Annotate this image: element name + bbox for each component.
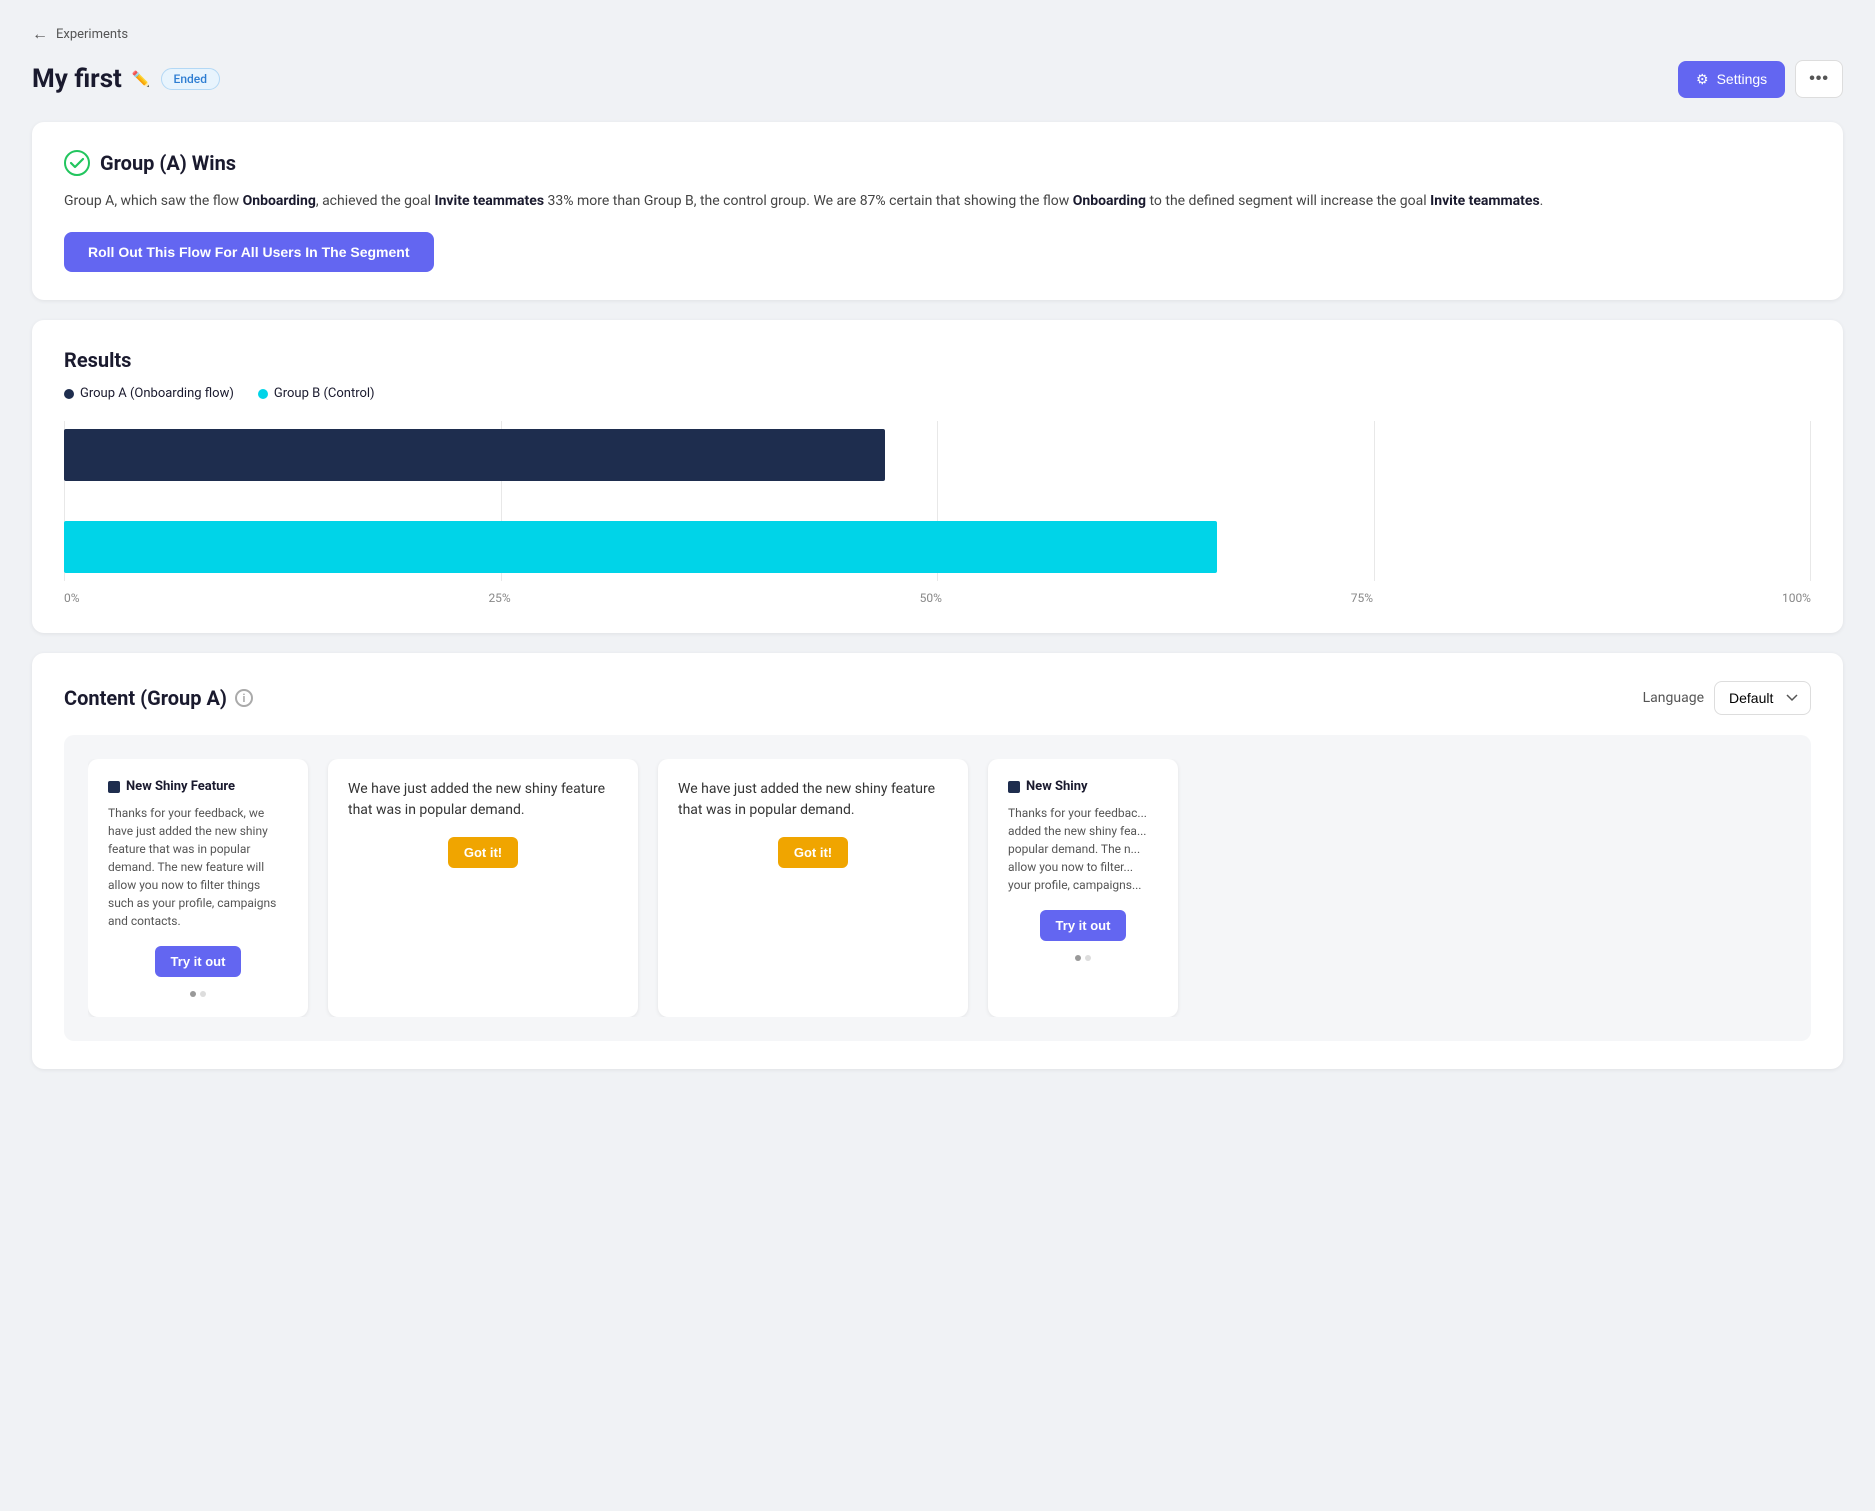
header-left: My first ✏️ Ended [32,64,220,94]
chart-wrapper: 0% 25% 50% 75% 100% [64,421,1811,605]
desc-3: 33% more than Group B, the control group… [544,193,1073,209]
bar-spacer [64,497,1811,505]
legend-label-a: Group A (Onboarding flow) [80,386,234,401]
flow-card-3-text: We have just added the new shiny feature… [678,779,948,821]
flow-card-4-title: New Shiny [1026,779,1088,794]
language-label: Language [1643,690,1704,706]
language-select[interactable]: Default [1714,681,1811,715]
flow-card-4: New Shiny Thanks for your feedbac... add… [988,759,1178,1017]
settings-label: Settings [1717,71,1768,87]
bar-row-b [64,521,1811,573]
more-options-button[interactable]: ••• [1795,60,1843,98]
legend-label-b: Group B (Control) [274,386,375,401]
card-dot-1-1 [190,991,196,997]
x-label-25: 25% [488,591,510,605]
flow-card-4-body: Thanks for your feedbac... added the new… [1008,804,1158,894]
settings-button[interactable]: ⚙ Settings [1678,61,1785,98]
page-header: My first ✏️ Ended ⚙ Settings ••• [32,60,1843,98]
card-dot-4-2 [1085,955,1091,961]
carousel-track[interactable]: New Shiny Feature Thanks for your feedba… [88,759,1787,1017]
got-it-button-2[interactable]: Got it! [778,837,848,868]
results-card: Results Group A (Onboarding flow) Group … [32,320,1843,633]
winner-header: Group (A) Wins [64,150,1811,176]
back-arrow-icon: ← [32,24,48,44]
flow-card-2-text: We have just added the new shiny feature… [348,779,618,821]
try-it-button-1[interactable]: Try it out [155,946,242,977]
x-label-100: 100% [1782,591,1811,605]
bar-row-a [64,429,1811,481]
winner-check-icon [64,150,90,176]
winner-description: Group A, which saw the flow Onboarding, … [64,190,1811,212]
flow-card-1-title-row: New Shiny Feature [108,779,288,794]
title-square-icon [108,781,120,793]
flow-card-3: We have just added the new shiny feature… [658,759,968,1017]
edit-icon[interactable]: ✏️ [132,70,151,88]
back-label: Experiments [56,27,128,42]
content-card: Content (Group A) i Language Default New… [32,653,1843,1069]
content-title: Content (Group A) [64,686,227,710]
chart-legend: Group A (Onboarding flow) Group B (Contr… [64,386,1811,401]
desc-2: , achieved the goal [316,193,435,209]
status-badge: Ended [161,68,220,90]
title-square-icon-4 [1008,781,1020,793]
goal-name-2: Invite teammates [1430,193,1540,209]
card-dot-4-1 [1075,955,1081,961]
bar-a [64,429,885,481]
card-dots-1 [108,991,288,997]
results-title: Results [64,348,1811,372]
more-icon: ••• [1809,70,1829,87]
card-dot-1-2 [200,991,206,997]
got-it-button-1[interactable]: Got it! [448,837,518,868]
flow-card-1-title: New Shiny Feature [126,779,235,794]
x-label-0: 0% [64,591,80,605]
flow-card-4-title-row: New Shiny [1008,779,1158,794]
page-title: My first [32,64,122,94]
desc-5: . [1540,193,1544,209]
legend-item-a: Group A (Onboarding flow) [64,386,234,401]
goal-name-1: Invite teammates [434,193,544,209]
winner-card: Group (A) Wins Group A, which saw the fl… [32,122,1843,300]
carousel-container: New Shiny Feature Thanks for your feedba… [64,735,1811,1041]
legend-dot-a [64,389,74,399]
legend-dot-b [258,389,268,399]
header-right: ⚙ Settings ••• [1678,60,1843,98]
chart-bars [64,421,1811,581]
desc-4: to the defined segment will increase the… [1146,193,1430,209]
legend-item-b: Group B (Control) [258,386,375,401]
back-nav[interactable]: ← Experiments [32,24,1843,44]
language-control: Language Default [1643,681,1811,715]
chart-x-labels: 0% 25% 50% 75% 100% [64,591,1811,605]
flow-name-2: Onboarding [1073,193,1146,209]
x-label-75: 75% [1351,591,1373,605]
card-dots-4 [1008,955,1158,961]
content-header: Content (Group A) i Language Default [64,681,1811,715]
rollout-button[interactable]: Roll Out This Flow For All Users In The … [64,232,434,272]
flow-card-2: We have just added the new shiny feature… [328,759,638,1017]
flow-name-1: Onboarding [243,193,316,209]
bar-b [64,521,1217,573]
content-title-group: Content (Group A) i [64,686,253,710]
flow-card-1: New Shiny Feature Thanks for your feedba… [88,759,308,1017]
desc-1: Group A, which saw the flow [64,193,243,209]
winner-title: Group (A) Wins [100,151,236,175]
gear-icon: ⚙ [1696,71,1709,88]
x-label-50: 50% [920,591,942,605]
info-icon[interactable]: i [235,689,253,707]
flow-card-1-body: Thanks for your feedback, we have just a… [108,804,288,930]
try-it-button-4[interactable]: Try it out [1040,910,1127,941]
